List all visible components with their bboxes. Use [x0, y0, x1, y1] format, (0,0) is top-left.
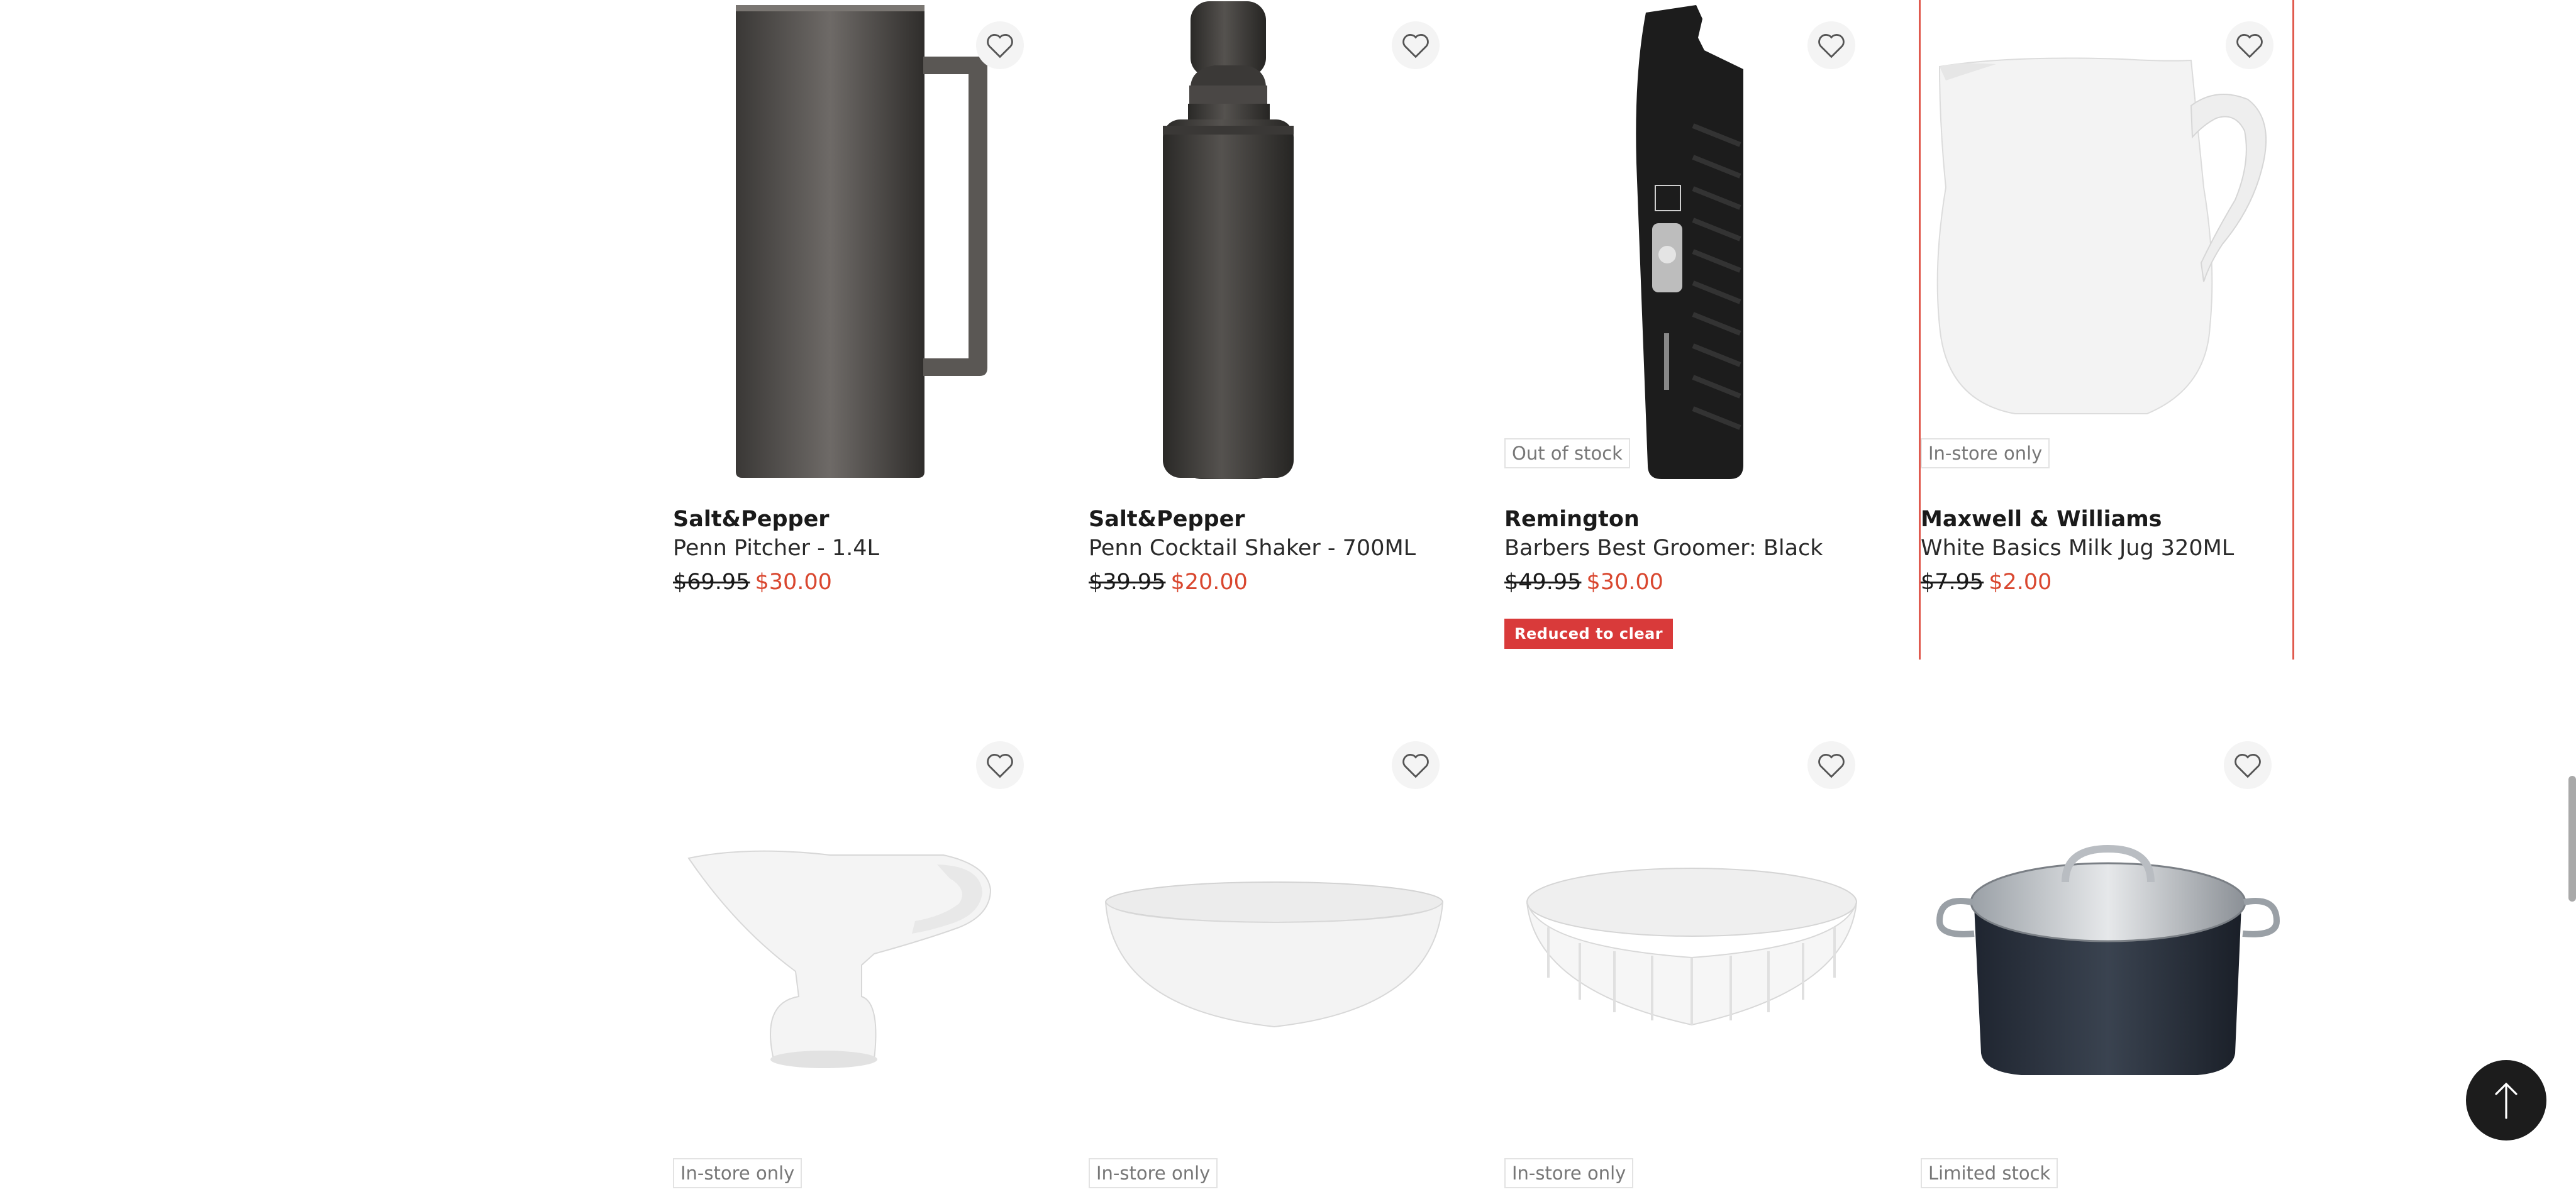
product-brand[interactable]: Salt&Pepper: [673, 507, 830, 532]
product-price: $7.95 $2.00: [1921, 570, 2051, 595]
heart-outline-icon: [2236, 34, 2263, 58]
stock-status: In-store only: [1921, 438, 2050, 468]
product-image[interactable]: [1504, 0, 1880, 484]
product-grid: Salt&Pepper Penn Pitcher - 1.4L $69.95 $3…: [0, 0, 2576, 1188]
product-brand[interactable]: Remington: [1504, 507, 1640, 532]
heart-outline-icon: [987, 34, 1013, 58]
stock-status: Limited stock: [1921, 1158, 2058, 1188]
product-image[interactable]: [1921, 0, 2296, 483]
product-name[interactable]: White Basics Milk Jug 320ML: [1921, 536, 2234, 561]
favorite-button[interactable]: [1807, 21, 1855, 69]
stock-status: Out of stock: [1504, 438, 1630, 468]
heart-outline-icon: [1818, 754, 1845, 778]
back-to-top-button[interactable]: [2466, 1060, 2546, 1140]
product-name[interactable]: Penn Cocktail Shaker - 700ML: [1089, 536, 1416, 561]
stock-status: In-store only: [1504, 1158, 1634, 1188]
favorite-button[interactable]: [976, 21, 1024, 69]
promo-badge: Reduced to clear: [1504, 619, 1674, 649]
favorite-button[interactable]: [1392, 21, 1440, 69]
product-name[interactable]: Penn Pitcher - 1.4L: [673, 536, 879, 561]
original-price: $39.95: [1089, 570, 1166, 595]
original-price: $49.95: [1504, 570, 1582, 595]
sale-price: $2.00: [1989, 570, 2052, 595]
page-scrollbar[interactable]: [2568, 776, 2576, 902]
sale-price: $20.00: [1170, 570, 1248, 595]
heart-outline-icon: [987, 754, 1013, 778]
product-brand[interactable]: Maxwell & Williams: [1921, 507, 2162, 532]
product-image[interactable]: [1504, 720, 1880, 1204]
original-price: $7.95: [1921, 570, 1984, 595]
product-image[interactable]: [1089, 720, 1464, 1204]
heart-outline-icon: [1818, 34, 1845, 58]
product-brand[interactable]: Salt&Pepper: [1089, 507, 1245, 532]
stock-status: In-store only: [673, 1158, 802, 1188]
favorite-button[interactable]: [976, 741, 1024, 789]
product-image[interactable]: [1921, 720, 2296, 1204]
favorite-button[interactable]: [1392, 741, 1440, 789]
favorite-button[interactable]: [2224, 741, 2272, 789]
product-image[interactable]: [1089, 0, 1464, 484]
product-price: $69.95 $30.00: [673, 570, 832, 595]
original-price: $69.95: [673, 570, 750, 595]
favorite-button[interactable]: [1807, 741, 1855, 789]
favorite-button[interactable]: [2226, 21, 2273, 69]
product-price: $39.95 $20.00: [1089, 570, 1248, 595]
product-card[interactable]: In-store only Maxwell & Williams White B…: [1919, 0, 2294, 660]
stock-status: In-store only: [1089, 1158, 1218, 1188]
product-price: $49.95 $30.00: [1504, 570, 1663, 595]
product-image[interactable]: [673, 0, 1048, 484]
sale-price: $30.00: [755, 570, 832, 595]
heart-outline-icon: [1402, 34, 1429, 58]
heart-outline-icon: [2235, 754, 2261, 778]
heart-outline-icon: [1402, 754, 1429, 778]
arrow-up-icon: [2495, 1083, 2518, 1119]
product-image[interactable]: [673, 720, 1048, 1204]
product-name[interactable]: Barbers Best Groomer: Black: [1504, 536, 1823, 561]
sale-price: $30.00: [1586, 570, 1663, 595]
